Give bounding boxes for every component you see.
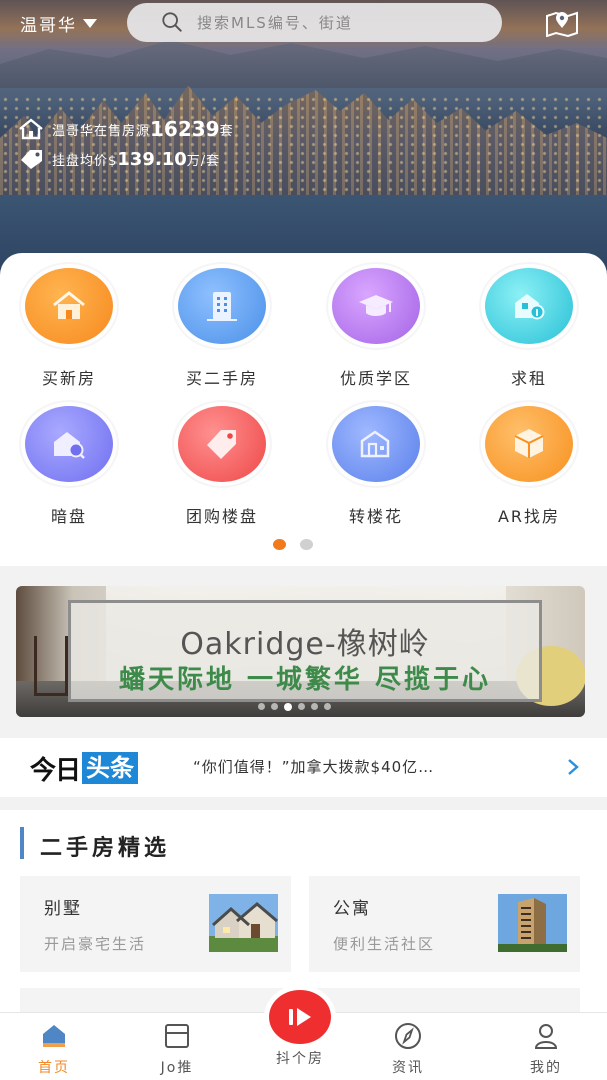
logo-text-1: 今日 bbox=[30, 755, 81, 786]
category-circle bbox=[485, 406, 573, 482]
category-buy-resale[interactable]: 买二手房 bbox=[172, 268, 272, 398]
tab-jo[interactable]: Jo推 bbox=[127, 1013, 227, 1080]
pager-dot-active[interactable] bbox=[273, 539, 286, 550]
tab-label: 我的 bbox=[530, 1060, 562, 1076]
map-pin-icon[interactable] bbox=[544, 7, 580, 37]
chevron-right-icon bbox=[568, 759, 579, 775]
category-label: 买新房 bbox=[41, 369, 96, 388]
listings-unit: 套 bbox=[219, 123, 234, 139]
home-tab-icon bbox=[43, 1025, 65, 1047]
price-tag-icon bbox=[21, 150, 42, 169]
card-villa[interactable]: 别墅 开启豪宅生活 bbox=[20, 876, 291, 972]
category-school-district[interactable]: 优质学区 bbox=[326, 268, 426, 398]
card-title: 公寓 bbox=[333, 899, 371, 919]
banner-chair bbox=[34, 636, 68, 696]
search-input[interactable]: 搜索MLS编号、街道 bbox=[127, 3, 502, 42]
category-circle bbox=[332, 406, 420, 482]
banner-subtitle: 蟠天际地 一城繁华 尽揽于心 bbox=[118, 665, 492, 695]
avg-price-prefix: 挂盘均价$ bbox=[52, 153, 118, 169]
category-pager[interactable] bbox=[273, 539, 313, 550]
listings-count: 16239 bbox=[150, 117, 220, 141]
apartment-photo bbox=[498, 894, 567, 952]
avg-price-unit: 万/套 bbox=[186, 153, 221, 169]
category-panel: 买新房 买二手房 优质学区 求租 暗盘 团购楼盘 转楼花 AR找房 bbox=[0, 253, 607, 566]
category-presale-transfer[interactable]: 转楼花 bbox=[326, 406, 426, 536]
card-apartment[interactable]: 公寓 便利生活社区 bbox=[309, 876, 580, 972]
category-label: 求租 bbox=[510, 369, 547, 388]
jo-tab-icon bbox=[165, 1024, 189, 1048]
category-label: 转楼花 bbox=[348, 507, 403, 526]
category-circle bbox=[25, 268, 113, 344]
avg-price-stat: 挂盘均价$ 139.10 万/套 bbox=[18, 144, 234, 174]
play-icon bbox=[289, 1008, 311, 1026]
category-label: 优质学区 bbox=[339, 369, 412, 388]
avg-price-value: 139.10 bbox=[117, 148, 187, 170]
banner-dot-active[interactable] bbox=[284, 703, 292, 711]
category-label: 团购楼盘 bbox=[185, 507, 258, 526]
card-desc: 便利生活社区 bbox=[333, 935, 436, 953]
card-title: 别墅 bbox=[44, 899, 82, 919]
market-stats: 温哥华在售房源 16239 套 挂盘均价$ 139.10 万/套 bbox=[18, 114, 234, 174]
city-name: 温哥华 bbox=[20, 15, 77, 36]
tab-label: 首页 bbox=[38, 1060, 70, 1076]
section-accent-bar bbox=[20, 827, 24, 859]
building-icon bbox=[207, 292, 237, 321]
banner-title: Oakridge-橡树岭 bbox=[180, 627, 430, 662]
category-ar-search[interactable]: AR找房 bbox=[479, 406, 579, 536]
category-label: AR找房 bbox=[497, 507, 561, 526]
category-circle bbox=[178, 406, 266, 482]
card-desc: 开启豪宅生活 bbox=[44, 935, 147, 953]
banner-frame: Oakridge-橡树岭 蟠天际地 一城繁华 尽揽于心 bbox=[68, 600, 542, 702]
banner-dot[interactable] bbox=[324, 703, 331, 710]
search-placeholder: 搜索MLS编号、街道 bbox=[197, 14, 353, 32]
villa-photo bbox=[209, 894, 278, 952]
tab-label: Jo推 bbox=[160, 1060, 194, 1076]
banner-dot[interactable] bbox=[258, 703, 265, 710]
house-icon bbox=[53, 291, 85, 319]
category-group-buy[interactable]: 团购楼盘 bbox=[172, 406, 272, 536]
category-circle bbox=[178, 268, 266, 344]
graduation-cap-icon bbox=[359, 295, 393, 316]
banner-pager[interactable] bbox=[258, 703, 331, 711]
top-bar: 温哥华 搜索MLS编号、街道 bbox=[0, 0, 607, 46]
category-circle bbox=[332, 268, 420, 344]
shake-house-label: 抖个房 bbox=[276, 1051, 324, 1067]
section-heading: 二手房精选 bbox=[40, 836, 171, 861]
category-buy-new[interactable]: 买新房 bbox=[19, 268, 119, 398]
search-icon bbox=[162, 12, 182, 32]
shake-house-button[interactable] bbox=[269, 990, 331, 1044]
toutiao-logo: 今日 头条 bbox=[30, 751, 139, 786]
listings-prefix: 温哥华在售房源 bbox=[52, 123, 151, 139]
category-circle bbox=[485, 268, 573, 344]
tab-label: 资讯 bbox=[392, 1060, 424, 1076]
banner-dot[interactable] bbox=[271, 703, 278, 710]
category-rent[interactable]: 求租 bbox=[479, 268, 579, 398]
tab-home[interactable]: 首页 bbox=[4, 1013, 104, 1080]
caret-down-icon bbox=[83, 18, 97, 28]
tab-news[interactable]: 资讯 bbox=[358, 1013, 458, 1080]
pager-dot[interactable] bbox=[300, 539, 313, 550]
category-hidden-listings[interactable]: 暗盘 bbox=[19, 406, 119, 536]
user-icon bbox=[534, 1024, 558, 1049]
tag-icon bbox=[207, 430, 236, 459]
category-circle bbox=[25, 406, 113, 482]
resale-picks-section: 二手房精选 别墅 开启豪宅生活 公寓 便利生活社区 bbox=[0, 810, 607, 1020]
logo-text-2: 头条 bbox=[82, 752, 139, 784]
news-headline: “你们值得！”加拿大拨款$40亿… bbox=[193, 758, 435, 776]
news-ticker[interactable]: 今日 头条 “你们值得！”加拿大拨款$40亿… bbox=[0, 738, 607, 797]
rental-key-icon bbox=[515, 294, 545, 320]
home-icon bbox=[19, 118, 43, 140]
category-label: 暗盘 bbox=[50, 507, 87, 526]
city-picker[interactable]: 温哥华 bbox=[20, 10, 97, 36]
presale-icon bbox=[360, 430, 390, 458]
compass-icon bbox=[395, 1023, 421, 1049]
hidden-listing-icon bbox=[54, 432, 85, 459]
listings-stat: 温哥华在售房源 16239 套 bbox=[18, 114, 234, 144]
ar-cube-icon bbox=[514, 429, 544, 458]
banner-dot[interactable] bbox=[298, 703, 305, 710]
banner-dot[interactable] bbox=[311, 703, 318, 710]
tab-me[interactable]: 我的 bbox=[496, 1013, 596, 1080]
promo-banner[interactable]: Oakridge-橡树岭 蟠天际地 一城繁华 尽揽于心 bbox=[16, 586, 585, 717]
category-label: 买二手房 bbox=[185, 369, 258, 388]
